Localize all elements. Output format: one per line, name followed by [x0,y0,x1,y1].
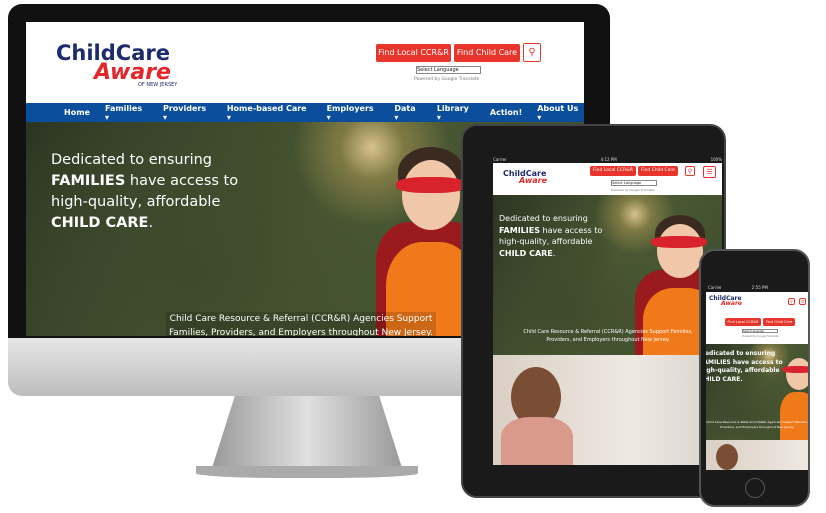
mother-photo [493,355,722,465]
monitor-base [196,466,418,478]
nav-families[interactable]: Families ▾ [105,104,148,122]
tablet-search-button[interactable]: ⚲ [685,166,695,176]
tablet-hero: Dedicated to ensuring FAMILIES have acce… [493,195,722,355]
magnifier-icon: ⚲ [790,299,793,304]
powered-by-google: Powered by Google Translate [414,77,480,82]
phone-logo[interactable]: ChildCare Aware [709,295,742,307]
phone-hero-headline: Dedicated to ensuring FAMILIES have acce… [706,350,783,384]
nav-data[interactable]: Data ▾ [394,104,421,122]
tablet-menu-button[interactable]: ☰ [703,166,716,178]
logo[interactable]: ChildCare Aware OF NEW JERSEY [56,43,177,87]
tablet-find-local-ccrr-button[interactable]: Find Local CCR&R [590,166,636,176]
hamburger-icon: ☰ [800,299,805,304]
hamburger-icon: ☰ [706,168,713,176]
nav-employers[interactable]: Employers ▾ [327,104,380,122]
phone-find-local-ccrr-button[interactable]: Find Local CCR&R [725,318,761,326]
phone-site: ChildCare Aware ⚲ ☰ Find Local CCR&R Fin… [706,292,808,470]
find-local-ccrr-button[interactable]: Find Local CCR&R [376,44,451,62]
tablet-logo[interactable]: ChildCare Aware [503,169,547,184]
nav-about-us[interactable]: About Us ▾ [537,104,584,122]
phone-home-button[interactable] [745,478,765,498]
phone-status-bar: Carrier 2:55 PM [708,285,768,290]
main-nav: Home Families ▾ Providers ▾ Home-based C… [26,103,584,122]
language-select[interactable]: Select Language [416,66,481,74]
tablet-site: ChildCare Aware Find Local CCR&R Find Ch… [493,163,722,465]
nav-library[interactable]: Library ▾ [437,104,475,122]
tablet-find-child-care-button[interactable]: Find Child Care [638,166,678,176]
nav-providers[interactable]: Providers ▾ [163,104,212,122]
phone-language-select[interactable]: Select Language [742,329,778,333]
tablet-language-select[interactable]: Select Language [611,180,657,186]
phone-find-child-care-button[interactable]: Find Child Care [763,318,795,326]
phone-powered-by: Powered by Google Translate [742,335,779,338]
tablet-powered-by: Powered by Google Translate [611,188,655,192]
magnifier-icon: ⚲ [687,168,693,175]
search-button[interactable]: ⚲ [523,43,541,62]
phone-menu-button[interactable]: ☰ [799,298,806,305]
hero-subtitle: Child Care Resource & Referral (CCR&R) A… [166,312,436,336]
magnifier-icon: ⚲ [528,47,536,58]
phone-hero: Dedicated to ensuring FAMILIES have acce… [706,344,808,440]
nav-action[interactable]: Action! [490,108,522,117]
phone-hero-subtitle: Child Care Resource & Referral (CCR&R) A… [706,420,808,429]
tablet-hero-headline: Dedicated to ensuring FAMILIES have acce… [499,214,603,258]
tablet-status-bar: Carrier 4:12 PM 100% [493,157,722,162]
phone-search-button[interactable]: ⚲ [788,298,795,305]
monitor-stand [212,396,402,468]
hero-headline: Dedicated to ensuring FAMILIES have acce… [51,152,239,232]
phone-mother-photo [706,440,808,470]
nav-home-based-care[interactable]: Home-based Care ▾ [227,104,312,122]
nav-home[interactable]: Home [64,108,90,117]
tablet-hero-subtitle: Child Care Resource & Referral (CCR&R) A… [523,329,693,343]
find-child-care-button[interactable]: Find Child Care [454,44,520,62]
